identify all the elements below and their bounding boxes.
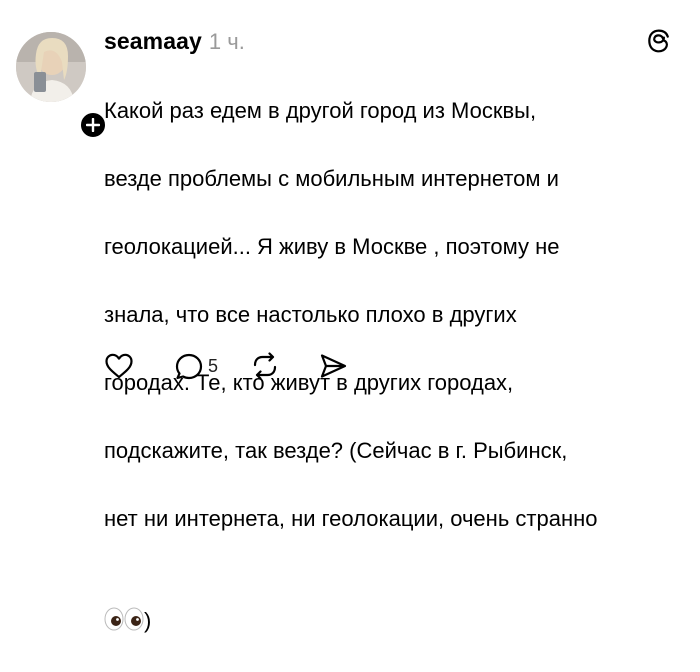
post-text-line: везде проблемы с мобильным интернетом и	[104, 166, 559, 191]
heart-icon	[105, 353, 133, 379]
post-text-line: геолокацией... Я живу в Москве , поэтому…	[104, 234, 560, 259]
post: seamaay 1 ч. Какой раз едем в другой гор…	[0, 0, 700, 633]
eyes-emoji	[104, 606, 144, 632]
post-text-tail: )	[144, 608, 152, 633]
post-text-line: знала, что все настолько плохо в других	[104, 302, 517, 327]
threads-logo-icon[interactable]	[646, 28, 672, 54]
username[interactable]: seamaay	[104, 28, 202, 55]
reply-count: 5	[208, 355, 219, 376]
like-button[interactable]	[104, 352, 134, 380]
repost-icon	[253, 352, 277, 380]
post-header: seamaay 1 ч.	[104, 28, 245, 55]
repost-button[interactable]	[250, 352, 280, 380]
post-text-line: )	[104, 570, 694, 638]
comment-icon	[175, 353, 203, 380]
post-text-line: нет ни интернета, ни геолокации, очень с…	[104, 506, 598, 531]
avatar-container	[16, 32, 108, 140]
post-text-line: подскажите, так везде? (Сейчас в г. Рыби…	[104, 438, 568, 463]
send-icon	[320, 354, 347, 378]
share-button[interactable]	[318, 352, 348, 380]
reply-button[interactable]: 5	[174, 352, 218, 380]
post-time: 1 ч.	[208, 29, 245, 54]
plus-icon	[86, 118, 100, 132]
avatar[interactable]	[16, 32, 86, 102]
action-bar: 5	[104, 352, 348, 380]
post-text-line: Какой раз едем в другой город из Москвы,	[104, 98, 537, 123]
